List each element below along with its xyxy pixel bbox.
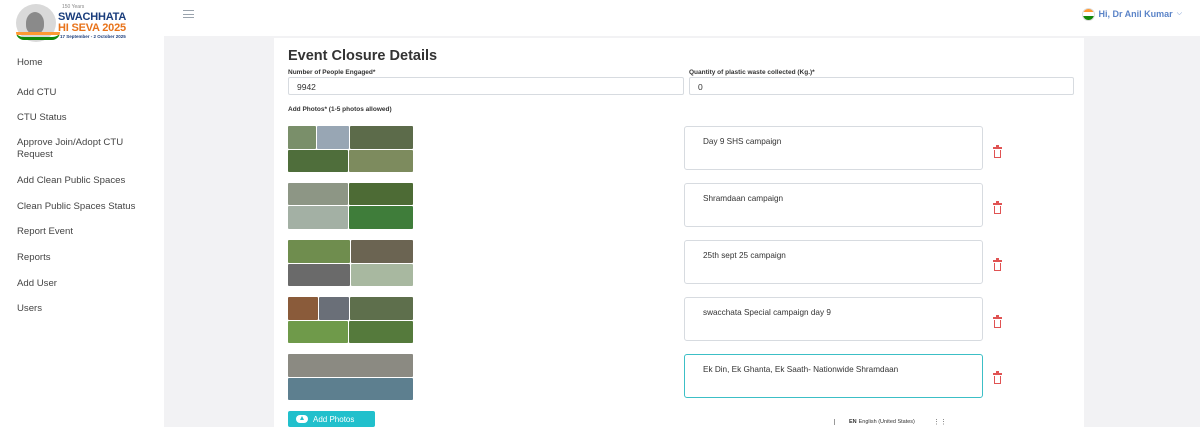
photo-thumbnail[interactable] bbox=[288, 240, 413, 286]
delete-photo-icon[interactable] bbox=[993, 258, 1002, 271]
event-closure-card: Event Closure Details Number of People E… bbox=[274, 38, 1084, 427]
delete-photo-icon[interactable] bbox=[993, 371, 1002, 384]
top-bar: Hi, Dr Anil Kumar ⌵ bbox=[164, 0, 1200, 36]
sidebar-item-reports[interactable]: Reports bbox=[0, 252, 51, 263]
delete-photo-icon[interactable] bbox=[993, 315, 1002, 328]
logo-dates: 17 September - 2 October 2025 bbox=[60, 34, 126, 39]
photo-description-input[interactable]: Day 9 SHS campaign bbox=[684, 126, 983, 170]
logo-subtext: 150 Years bbox=[62, 4, 85, 10]
delete-photo-icon[interactable] bbox=[993, 145, 1002, 158]
plastic-waste-input[interactable]: 0 bbox=[689, 77, 1074, 95]
add-photos-button[interactable]: Add Photos bbox=[288, 411, 375, 427]
page-title: Event Closure Details bbox=[288, 48, 438, 64]
hamburger-icon[interactable] bbox=[183, 10, 194, 18]
language-code: EN bbox=[849, 419, 857, 425]
photo-description-input[interactable]: Shramdaan campaign bbox=[684, 183, 983, 227]
sidebar-item-report-event[interactable]: Report Event bbox=[0, 226, 73, 237]
logo-title-bottom: HI SEVA 2025 bbox=[58, 22, 126, 34]
india-flag-icon bbox=[1081, 7, 1095, 21]
expand-icon[interactable]: ⋮⋮ bbox=[933, 418, 947, 426]
photo-description-input[interactable]: Ek Din, Ek Ghanta, Ek Saath- Nationwide … bbox=[684, 354, 983, 398]
add-photos-label: Add Photos* (1-5 photos allowed) bbox=[288, 106, 392, 113]
sidebar: 150 Years SWACHHATA HI SEVA 2025 17 Sept… bbox=[0, 0, 164, 427]
people-engaged-label: Number of People Engaged* bbox=[288, 69, 376, 76]
sidebar-item-ctu-status[interactable]: CTU Status bbox=[0, 112, 67, 123]
photo-description-input[interactable]: 25th sept 25 campaign bbox=[684, 240, 983, 284]
photo-description-input[interactable]: swacchata Special campaign day 9 bbox=[684, 297, 983, 341]
swachhata-logo[interactable]: 150 Years SWACHHATA HI SEVA 2025 17 Sept… bbox=[16, 2, 132, 44]
delete-photo-icon[interactable] bbox=[993, 201, 1002, 214]
sidebar-item-home[interactable]: Home bbox=[0, 57, 43, 68]
add-photos-button-label: Add Photos bbox=[313, 414, 355, 424]
people-engaged-input[interactable]: 9942 bbox=[288, 77, 684, 95]
sidebar-item-add-clean-spaces[interactable]: Add Clean Public Spaces bbox=[0, 175, 125, 186]
sidebar-item-approve-join[interactable]: Approve Join/Adopt CTU Request bbox=[0, 137, 130, 161]
photo-thumbnail[interactable] bbox=[288, 183, 413, 229]
plastic-waste-label: Quantity of plastic waste collected (Kg.… bbox=[689, 69, 815, 76]
sidebar-item-clean-spaces-status[interactable]: Clean Public Spaces Status bbox=[0, 201, 135, 212]
tricolor-swoosh bbox=[16, 32, 60, 40]
language-name: English (United States) bbox=[858, 419, 915, 425]
language-indicator[interactable]: EN English (United States) bbox=[834, 419, 915, 425]
sidebar-item-users[interactable]: Users bbox=[0, 303, 42, 314]
photo-thumbnail[interactable] bbox=[288, 126, 413, 172]
user-greeting: Hi, Dr Anil Kumar bbox=[1098, 9, 1173, 19]
sidebar-item-add-ctu[interactable]: Add CTU bbox=[0, 87, 56, 98]
sidebar-item-add-user[interactable]: Add User bbox=[0, 278, 57, 289]
photo-thumbnail[interactable] bbox=[288, 297, 413, 343]
chevron-down-icon: ⌵ bbox=[1176, 10, 1182, 17]
photo-thumbnail[interactable] bbox=[288, 354, 413, 400]
cloud-upload-icon bbox=[296, 415, 308, 423]
user-menu[interactable]: Hi, Dr Anil Kumar ⌵ bbox=[1081, 7, 1182, 21]
